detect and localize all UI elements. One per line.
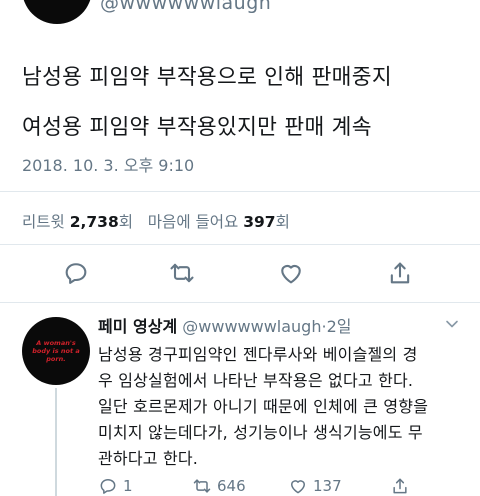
chevron-down-icon (446, 320, 458, 328)
avatar-text: A woman's body is not a porn. (32, 339, 80, 363)
tweet-stats: 리트윗 2,738회 마음에 들어요 397회 (22, 210, 290, 232)
reply-share-button[interactable] (390, 476, 410, 496)
reply-text-line-3: 일단 호르몬제가 아니기 때문에 인체에 큰 영향을 (98, 397, 429, 416)
retweet-icon (170, 263, 194, 283)
divider (0, 191, 480, 192)
reply-retweet-button[interactable]: 646 (192, 476, 246, 496)
reply-count: 1 (123, 477, 133, 495)
author-avatar[interactable] (22, 0, 92, 24)
divider (0, 244, 480, 245)
thread-line (55, 388, 57, 496)
reply-text-line-1: 남성용 경구피임약인 젠다루사와 베이슬젤의 경 (98, 345, 418, 364)
retweet-count[interactable]: 2,738 (70, 213, 119, 231)
reply-author-handle[interactable]: @wwwwwwlaugh (182, 317, 321, 336)
reply-button[interactable] (62, 259, 94, 291)
reply-text-line-2: 우 임상실험에서 나타난 부작용은 없다고 한다. (98, 371, 414, 390)
like-icon (281, 264, 301, 284)
reply-author-name[interactable]: 페미 영상계 (98, 317, 177, 336)
like-icon (291, 480, 305, 494)
reply-reply-button[interactable]: 1 (98, 476, 133, 496)
more-options-button[interactable] (445, 316, 459, 330)
tweet-text-line-1: 남성용 피임약 부작용으로 인해 판매중지 (22, 65, 392, 90)
share-icon (390, 262, 410, 284)
tweet-timestamp[interactable]: 2018. 10. 3. 오후 9:10 (22, 152, 194, 176)
reply-text-line-4: 미치지 않는데다가, 성기능이나 생식기능에도 무 (98, 423, 423, 442)
reply-like-button[interactable]: 137 (288, 476, 342, 496)
retweet-icon (193, 479, 211, 493)
divider (0, 302, 480, 303)
like-button[interactable] (277, 259, 309, 291)
reply-text-line-5: 관하다고 한다. (98, 449, 199, 468)
tweet-text-line-2: 여성용 피임약 부작용있지만 판매 계속 (22, 115, 372, 140)
count-suffix: 회 (275, 213, 290, 231)
like-count[interactable]: 397 (243, 213, 275, 231)
reply-header: 페미 영상계 @wwwwwwlaugh·2일 (98, 313, 351, 337)
reply-time[interactable]: 2일 (327, 317, 352, 336)
count-suffix: 회 (118, 213, 134, 231)
reply-avatar[interactable]: A woman's body is not a porn. (22, 317, 90, 385)
retweet-button[interactable] (168, 259, 200, 291)
like-label: 마음에 들어요 (147, 213, 239, 231)
retweet-label: 리트윗 (22, 213, 65, 231)
share-icon (393, 478, 407, 494)
retweet-count: 646 (217, 477, 246, 495)
reply-icon (100, 479, 116, 494)
like-count: 137 (313, 477, 342, 495)
share-button[interactable] (386, 259, 418, 291)
reply-icon (65, 263, 87, 284)
author-handle[interactable]: @wwwwwwlaugh (100, 0, 271, 14)
